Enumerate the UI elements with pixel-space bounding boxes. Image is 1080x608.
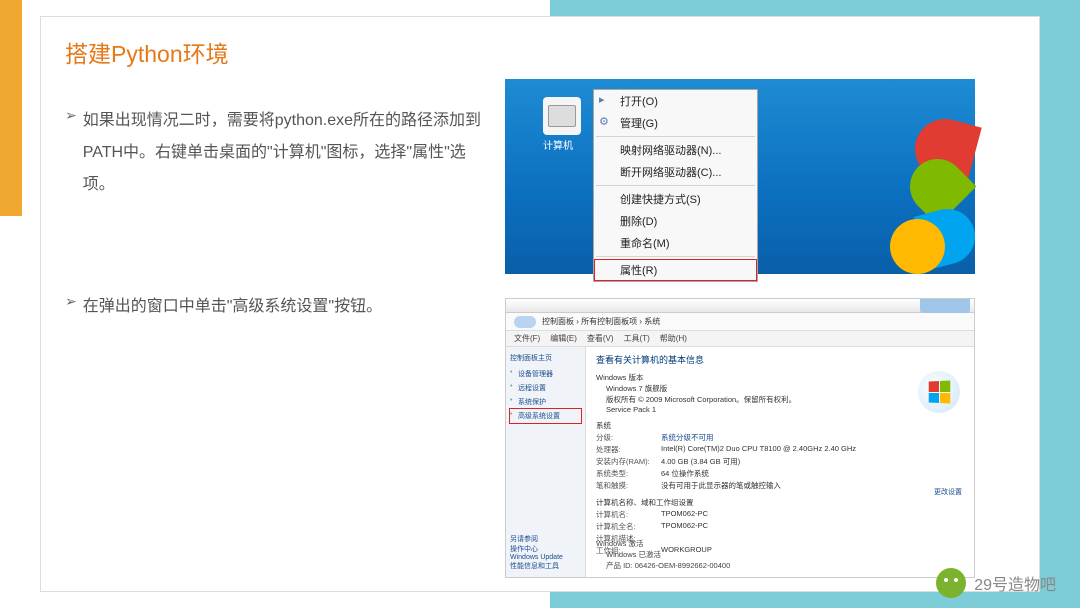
- brand-label: 29号造物吧: [974, 571, 1056, 595]
- chevron-icon: ➢: [65, 291, 77, 323]
- section-edition: Windows 版本 Windows 7 旗舰版 版权所有 © 2009 Mic…: [596, 372, 964, 414]
- window-controls[interactable]: [920, 299, 970, 313]
- section-system: 系统 分级:系统分级不可用 处理器:Intel(R) Core(TM)2 Duo…: [596, 420, 964, 491]
- menu-help[interactable]: 帮助(H): [660, 333, 687, 344]
- link-action-center[interactable]: 操作中心: [510, 544, 563, 554]
- content-columns: ➢ 如果出现情况二时，需要将python.exe所在的路径添加到PATH中。右键…: [41, 77, 1039, 578]
- text-column: ➢ 如果出现情况二时，需要将python.exe所在的路径添加到PATH中。右键…: [65, 77, 485, 578]
- computer-desktop-icon[interactable]: [543, 97, 581, 135]
- windows-logo-icon: [918, 371, 960, 413]
- screenshot-column: 计算机 ▸打开(O) ⚙管理(G) 映射网络驱动器(N)... 断开网络驱动器(…: [505, 77, 1015, 578]
- separator: [596, 185, 755, 186]
- folder-icon: ▸: [599, 93, 613, 107]
- slide-container: 搭建Python环境 ➢ 如果出现情况二时，需要将python.exe所在的路径…: [40, 16, 1040, 592]
- menu-bar: 文件(F) 编辑(E) 查看(V) 工具(T) 帮助(H): [506, 331, 974, 347]
- menu-manage[interactable]: ⚙管理(G): [594, 112, 757, 134]
- accent-bar: [0, 16, 22, 216]
- screenshot-system-properties: 控制面板 › 所有控制面板项 › 系统 文件(F) 编辑(E) 查看(V) 工具…: [505, 298, 975, 578]
- section-activation: Windows 激活 Windows 已激活 产品 ID: 06426-OEM-…: [596, 538, 730, 571]
- menu-tools[interactable]: 工具(T): [624, 333, 650, 344]
- main-panel: 查看有关计算机的基本信息 Windows 版本 Windows 7 旗舰版 版权…: [586, 347, 974, 577]
- computer-icon-label: 计算机: [543, 137, 573, 152]
- link-change-settings[interactable]: 更改设置: [934, 487, 962, 497]
- separator: [596, 136, 755, 137]
- bullet-text: 在弹出的窗口中单击"高级系统设置"按钮。: [83, 291, 382, 323]
- slide-title: 搭建Python环境: [41, 17, 1039, 77]
- breadcrumb[interactable]: 控制面板 › 所有控制面板项 › 系统: [542, 316, 660, 327]
- screenshot-context-menu: 计算机 ▸打开(O) ⚙管理(G) 映射网络驱动器(N)... 断开网络驱动器(…: [505, 79, 975, 274]
- menu-view[interactable]: 查看(V): [587, 333, 614, 344]
- bullet-item: ➢ 在弹出的窗口中单击"高级系统设置"按钮。: [65, 291, 485, 323]
- accent-bar-top: [0, 0, 22, 16]
- link-remote[interactable]: 远程设置: [510, 381, 581, 395]
- side-panel: 控制面板主页 设备管理器 远程设置 系统保护 高级系统设置 另请参阅 操作中心 …: [506, 347, 586, 577]
- link-performance[interactable]: 性能信息和工具: [510, 561, 563, 571]
- link-advanced-settings[interactable]: 高级系统设置: [510, 409, 581, 423]
- menu-file[interactable]: 文件(F): [514, 333, 540, 344]
- menu-open[interactable]: ▸打开(O): [594, 90, 757, 112]
- menu-delete[interactable]: 删除(D): [594, 210, 757, 232]
- titlebar: [506, 299, 974, 313]
- menu-map-drive[interactable]: 映射网络驱动器(N)...: [594, 139, 757, 161]
- wechat-icon: [936, 568, 966, 598]
- menu-shortcut[interactable]: 创建快捷方式(S): [594, 188, 757, 210]
- panel-title: 查看有关计算机的基本信息: [596, 353, 964, 366]
- context-menu: ▸打开(O) ⚙管理(G) 映射网络驱动器(N)... 断开网络驱动器(C)..…: [593, 89, 758, 282]
- menu-disconnect-drive[interactable]: 断开网络驱动器(C)...: [594, 161, 757, 183]
- gear-icon: ⚙: [599, 115, 613, 129]
- separator: [596, 256, 755, 257]
- side-title: 控制面板主页: [510, 353, 581, 363]
- chevron-icon: ➢: [65, 105, 77, 201]
- bullet-item: ➢ 如果出现情况二时，需要将python.exe所在的路径添加到PATH中。右键…: [65, 105, 485, 201]
- bullet-text: 如果出现情况二时，需要将python.exe所在的路径添加到PATH中。右键单击…: [83, 105, 485, 201]
- link-device-manager[interactable]: 设备管理器: [510, 367, 581, 381]
- nav-back-forward[interactable]: [514, 316, 536, 328]
- footer-brand: 29号造物吧: [936, 568, 1056, 598]
- address-bar: 控制面板 › 所有控制面板项 › 系统: [506, 313, 974, 331]
- windows-flag-bg: [855, 119, 975, 274]
- side-bottom: 另请参阅 操作中心 Windows Update 性能信息和工具: [510, 534, 563, 571]
- menu-edit[interactable]: 编辑(E): [550, 333, 577, 344]
- window-body: 控制面板主页 设备管理器 远程设置 系统保护 高级系统设置 另请参阅 操作中心 …: [506, 347, 974, 577]
- link-protection[interactable]: 系统保护: [510, 395, 581, 409]
- link-windows-update[interactable]: Windows Update: [510, 554, 563, 561]
- menu-properties[interactable]: 属性(R): [594, 259, 757, 281]
- menu-rename[interactable]: 重命名(M): [594, 232, 757, 254]
